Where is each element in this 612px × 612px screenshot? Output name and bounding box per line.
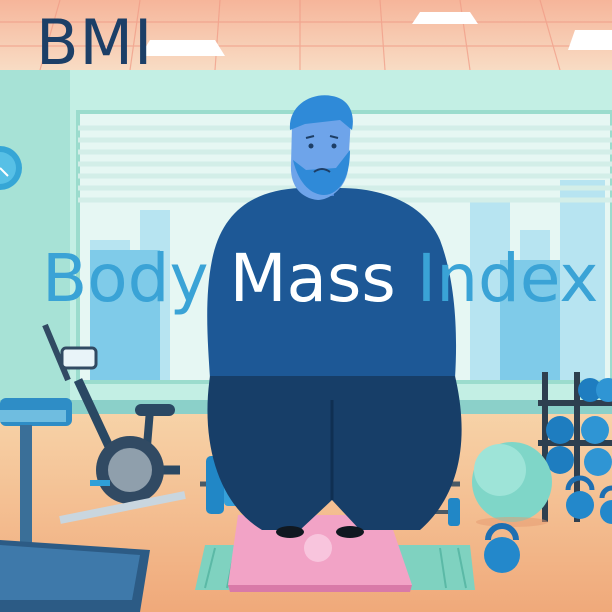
bmi-illustration: BMI Body Mass Index Body Mass Index <box>0 0 612 612</box>
headline-bmi: BMI <box>36 6 154 79</box>
